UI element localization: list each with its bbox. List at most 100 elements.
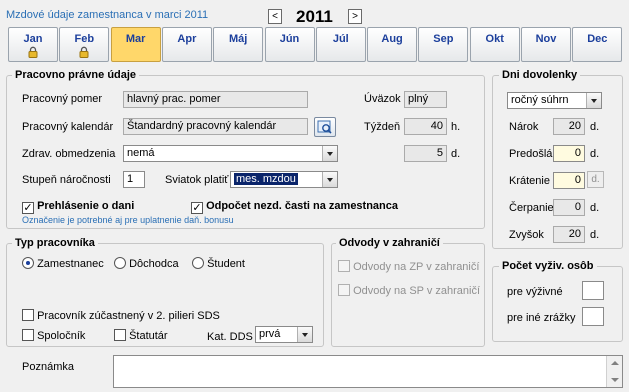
tab-month-11[interactable]: Nov — [521, 27, 571, 62]
tab-month-1[interactable]: Jan — [8, 27, 58, 62]
zdrav-select-value: nemá — [127, 147, 155, 159]
sp-abroad-checkbox[interactable]: Odvody na SP v zahraničí — [338, 284, 480, 297]
tyzden-unit: h. — [451, 121, 461, 133]
predosla-label: Predošlá — [509, 148, 553, 160]
cerpanie-label: Čerpanie — [509, 202, 554, 214]
page-title: Mzdové údaje zamestnanca v marci 2011 — [6, 9, 209, 21]
month-label: Feb — [74, 33, 95, 45]
vacation-title: Dni dovolenky — [499, 69, 581, 81]
prehlasenie-label: Prehlásenie o dani — [37, 200, 135, 212]
zvysok-field: 20 — [553, 226, 585, 243]
sviatok-select[interactable]: mes. mzdou — [230, 171, 338, 188]
zdrav-select[interactable]: nemá — [123, 145, 338, 162]
radio-student-label: Študent — [207, 258, 245, 270]
tab-month-6[interactable]: Jún — [264, 27, 315, 62]
checkbox-checked-icon — [22, 202, 34, 214]
magnifier-icon — [317, 120, 332, 134]
checkbox-empty-icon — [22, 329, 34, 341]
scrollbar[interactable] — [606, 356, 622, 387]
checkbox-empty-icon — [114, 329, 126, 341]
cerpanie-unit: d. — [590, 202, 600, 214]
hint-text: Označenie je potrebné aj pre uplatnenie … — [22, 215, 234, 225]
tyzden-field: 40 — [404, 118, 447, 135]
narok-field: 20 — [553, 118, 585, 135]
radio-dochodca-label: Dôchodca — [129, 258, 179, 270]
pomer-field: hlavný prac. pomer — [123, 91, 308, 108]
month-label: Máj — [229, 33, 248, 45]
radio-zamestnanec-label: Zamestnanec — [37, 258, 104, 270]
tab-month-5[interactable]: Máj — [213, 27, 264, 62]
dds-label: Kat. DDS — [207, 331, 253, 343]
tab-month-4[interactable]: Apr — [161, 27, 212, 62]
prehlasenie-checkbox[interactable]: Prehlásenie o dani — [22, 200, 134, 214]
ine-label: pre iné zrážky — [507, 312, 576, 324]
tab-month-2[interactable]: Feb — [59, 27, 110, 62]
zp-abroad-checkbox[interactable]: Odvody na ZP v zahraničí — [338, 260, 479, 273]
month-label: Dec — [587, 33, 608, 45]
odpocet-checkbox[interactable]: Odpočet nezd. časti na zamestnanca — [191, 200, 398, 214]
dependents-group — [492, 266, 623, 342]
month-label: Mar — [125, 33, 146, 45]
tyzden-label: Týždeň — [364, 121, 401, 133]
tab-month-10[interactable]: Okt — [469, 27, 520, 62]
sviatok-select-value: mes. mzdou — [234, 173, 298, 185]
zvysok-label: Zvyšok — [509, 229, 544, 241]
sds-checkbox[interactable]: Pracovník zúčastnený v 2. pilieri SDS — [22, 309, 220, 322]
vacation-type-select[interactable]: ročný súhrn — [507, 92, 602, 109]
narocnost-field[interactable]: 1 — [123, 171, 145, 188]
month-label: Júl — [332, 33, 349, 45]
zdrav-label: Zdrav. obmedzenia — [22, 148, 116, 160]
vyzivne-field[interactable] — [582, 281, 604, 300]
month-label: Sep — [433, 33, 454, 45]
narocnost-label: Stupeň náročnosti — [22, 174, 111, 186]
poznamka-textarea[interactable] — [113, 355, 623, 388]
spolocnik-label: Spoločník — [37, 330, 86, 342]
radio-dochodca[interactable]: Dôchodca — [114, 257, 179, 270]
checkbox-disabled-icon — [338, 284, 350, 296]
chevron-down-icon — [322, 172, 337, 187]
month-label: Jún — [279, 33, 300, 45]
radio-zamestnanec[interactable]: Zamestnanec — [22, 257, 104, 270]
next-year-button[interactable]: > — [348, 9, 362, 24]
year-label: 2011 — [296, 7, 333, 26]
kratenie-unit-button[interactable]: d. — [587, 171, 604, 188]
radio-selected-icon — [22, 257, 34, 269]
calendar-lookup-button[interactable] — [314, 117, 336, 137]
sds-label: Pracovník zúčastnený v 2. pilieri SDS — [37, 310, 220, 322]
ine-field[interactable] — [582, 307, 604, 326]
pomer-label: Pracovný pomer — [22, 93, 103, 105]
scroll-up-icon[interactable] — [611, 361, 619, 365]
statutar-checkbox[interactable]: Štatutár — [114, 329, 168, 342]
abroad-title: Odvody v zahraničí — [336, 237, 443, 249]
chevron-down-icon — [322, 146, 337, 161]
kratenie-label: Krátenie — [509, 175, 550, 187]
vacation-type-value: ročný súhrn — [511, 94, 569, 106]
chevron-down-icon — [586, 93, 601, 108]
kratenie-field[interactable]: 0 — [553, 172, 585, 189]
days-field: 5 — [404, 145, 447, 162]
radio-student[interactable]: Študent — [192, 257, 245, 270]
scroll-down-icon[interactable] — [611, 378, 619, 382]
days-unit: d. — [451, 148, 461, 160]
predosla-field[interactable]: 0 — [553, 145, 585, 162]
tab-month-7[interactable]: Júl — [315, 27, 366, 62]
tab-month-8[interactable]: Aug — [367, 27, 418, 62]
zp-abroad-label: Odvody na ZP v zahraničí — [353, 261, 480, 273]
tab-month-9[interactable]: Sep — [418, 27, 469, 62]
odpocet-label: Odpočet nezd. časti na zamestnanca — [206, 200, 399, 212]
month-label: Aug — [381, 33, 403, 45]
predosla-unit: d. — [590, 148, 600, 160]
tab-month-12[interactable]: Dec — [572, 27, 623, 62]
lock-icon — [28, 46, 38, 58]
sp-abroad-label: Odvody na SP v zahraničí — [353, 285, 481, 297]
prev-year-button[interactable]: < — [268, 9, 282, 24]
worker-type-title: Typ pracovníka — [12, 237, 98, 249]
tab-month-3[interactable]: Mar — [110, 27, 161, 62]
dds-select[interactable]: prvá — [255, 326, 313, 343]
radio-empty-icon — [192, 257, 204, 269]
month-label: Okt — [485, 33, 504, 45]
narok-label: Nárok — [509, 121, 539, 133]
spolocnik-checkbox[interactable]: Spoločník — [22, 329, 85, 342]
radio-empty-icon — [114, 257, 126, 269]
month-label: Jan — [23, 33, 43, 45]
